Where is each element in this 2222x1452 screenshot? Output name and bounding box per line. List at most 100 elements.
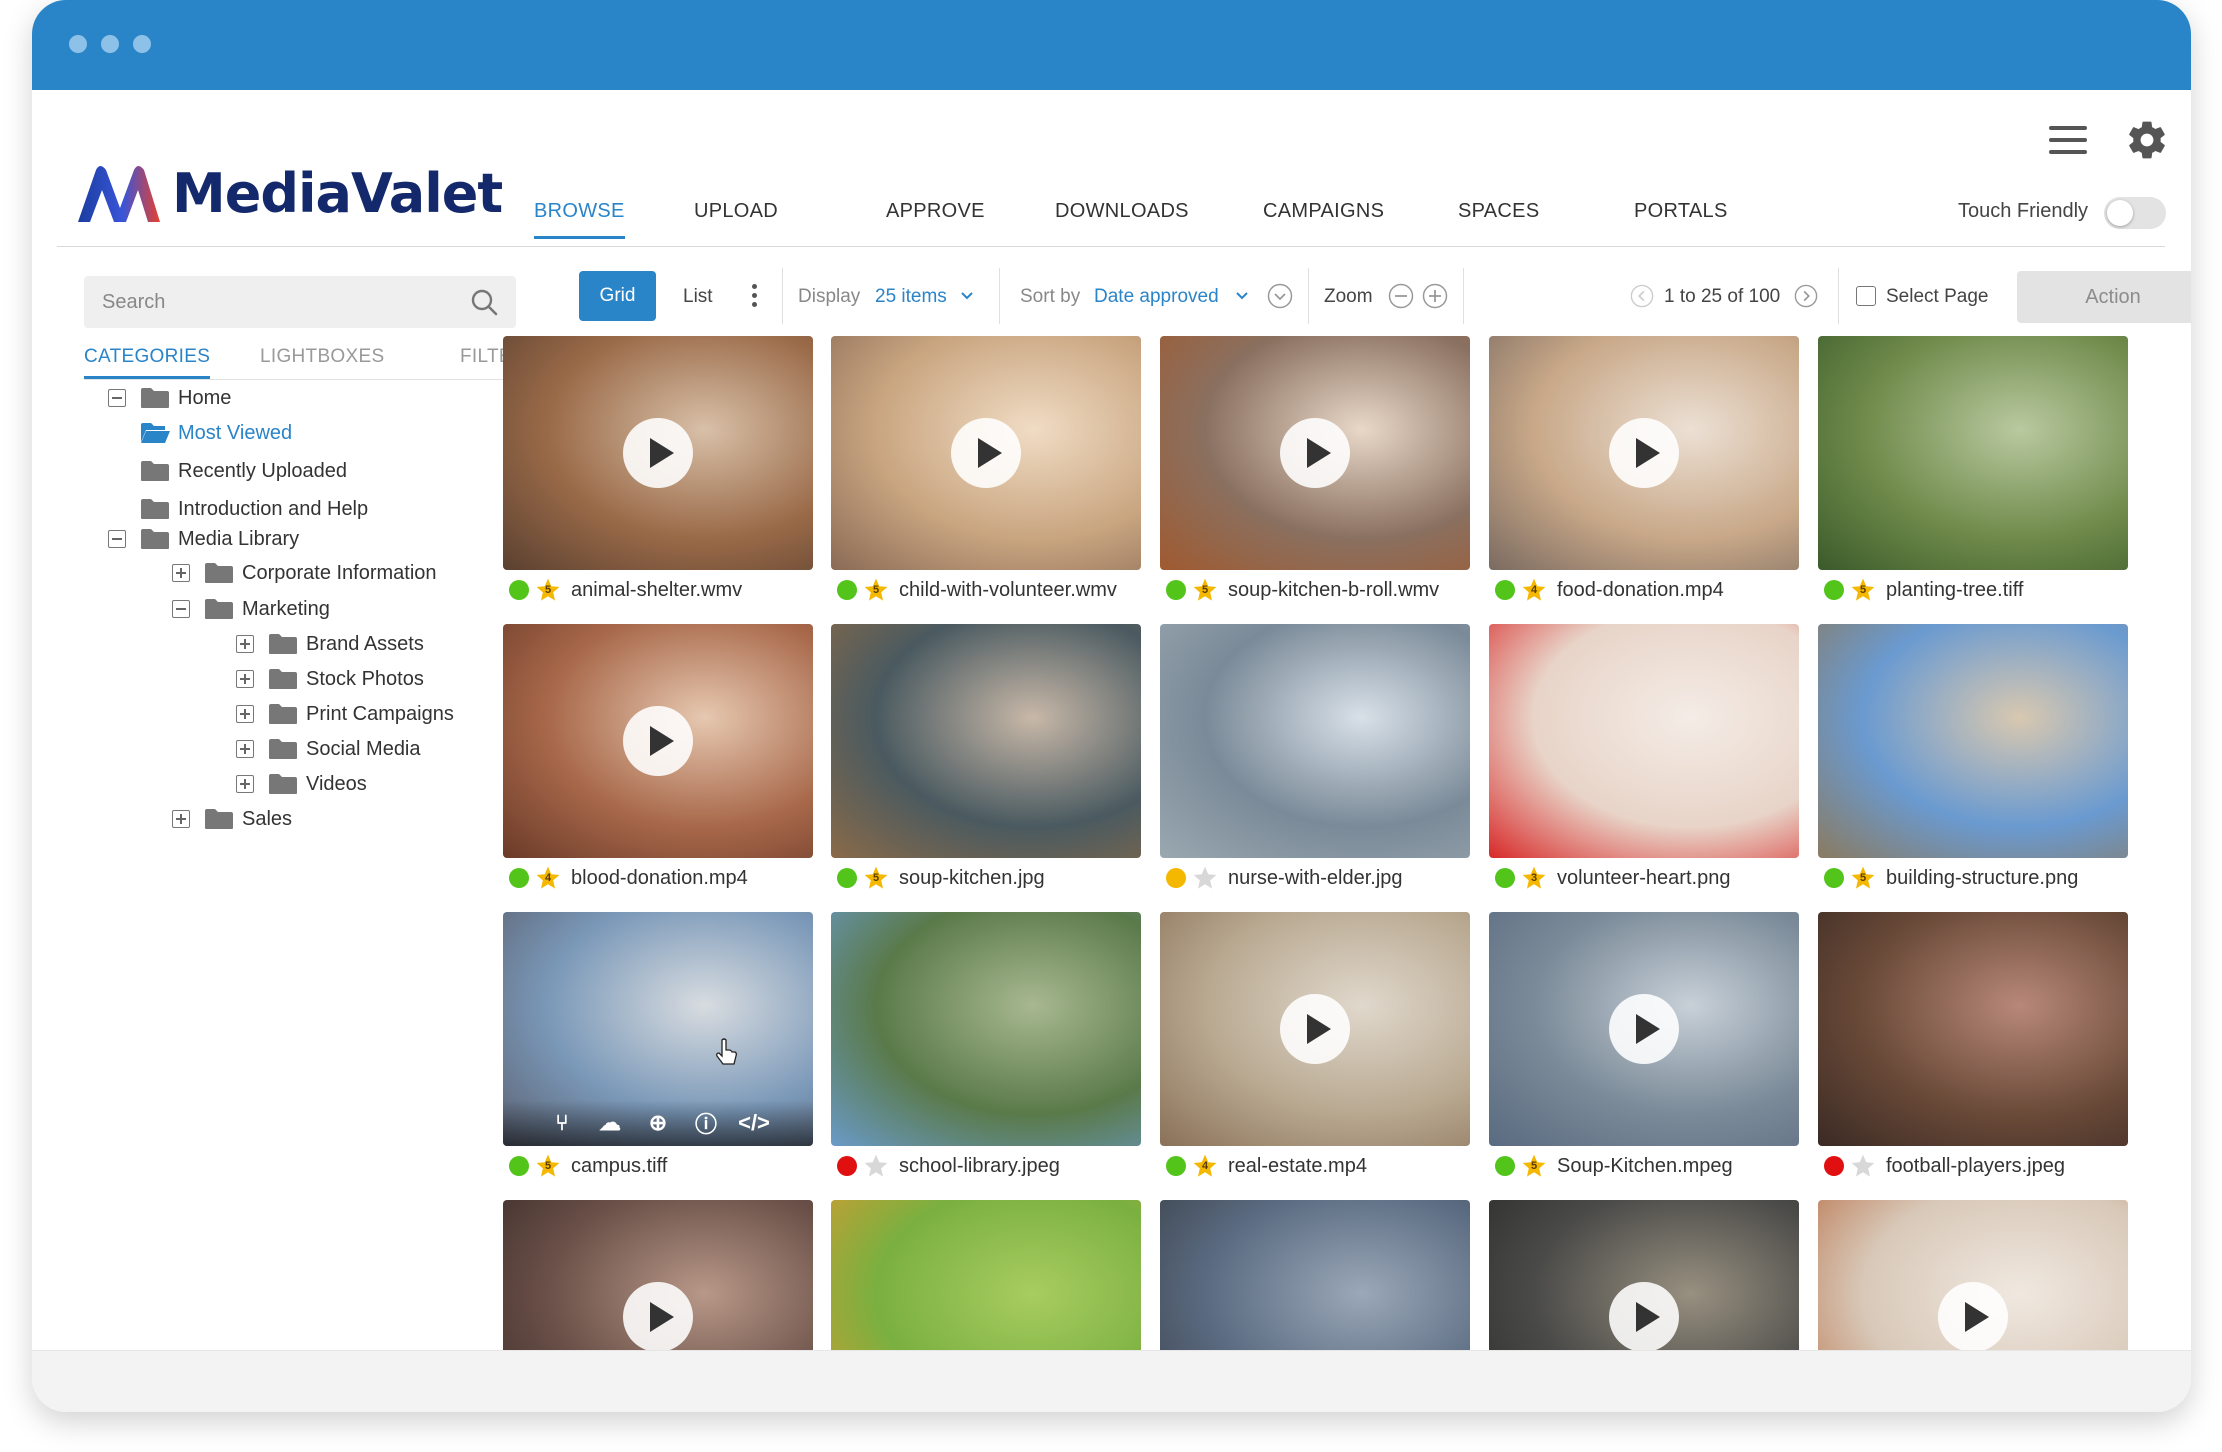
chevron-down-icon[interactable] xyxy=(960,289,974,303)
asset-tile[interactable]: 3 volunteer-heart.png xyxy=(1489,624,1799,898)
add-icon[interactable]: ⊕ xyxy=(642,1110,674,1136)
rating-star-icon[interactable]: 5 xyxy=(1850,577,1876,603)
download-icon[interactable]: ☁ xyxy=(594,1110,626,1136)
brand-logo[interactable]: MediaValet xyxy=(76,162,503,225)
asset-filename[interactable]: school-library.jpeg xyxy=(899,1155,1060,1178)
play-icon[interactable] xyxy=(623,1282,693,1352)
rating-star-icon[interactable]: 4 xyxy=(1521,577,1547,603)
asset-thumbnail[interactable] xyxy=(1818,336,2128,570)
nav-spaces[interactable]: SPACES xyxy=(1458,200,1539,223)
action-button[interactable]: Action xyxy=(2017,271,2191,323)
gear-icon[interactable] xyxy=(2125,118,2169,162)
asset-tile[interactable]: 5 animal-shelter.wmv xyxy=(503,336,813,610)
asset-filename[interactable]: child-with-volunteer.wmv xyxy=(899,579,1117,602)
asset-thumbnail[interactable] xyxy=(1818,624,2128,858)
display-count-dropdown[interactable]: 25 items xyxy=(875,286,947,308)
asset-filename[interactable]: volunteer-heart.png xyxy=(1557,867,1730,890)
asset-tile[interactable]: 5 building-structure.png xyxy=(1818,624,2128,898)
expand-icon[interactable] xyxy=(236,705,254,723)
nav-browse[interactable]: BROWSE xyxy=(534,200,625,239)
asset-thumbnail[interactable] xyxy=(1489,912,1799,1146)
asset-tile[interactable]: ⑂ ☁ ⊕ ⓘ </> 5 campus.tiff xyxy=(503,912,813,1186)
tree-item-corporate-information[interactable]: Corporate Information xyxy=(172,558,437,588)
window-dot[interactable] xyxy=(69,35,87,53)
asset-tile[interactable]: 5 child-with-volunteer.wmv xyxy=(831,336,1141,610)
tree-item-introduction-and-help[interactable]: Introduction and Help xyxy=(108,494,368,524)
rating-star-icon[interactable]: 5 xyxy=(863,577,889,603)
rating-star-icon[interactable] xyxy=(1850,1153,1876,1179)
tree-item-stock-photos[interactable]: Stock Photos xyxy=(236,664,424,694)
rating-star-icon[interactable]: 5 xyxy=(863,865,889,891)
zoom-in-icon[interactable] xyxy=(1422,283,1448,309)
rating-star-icon[interactable]: 5 xyxy=(535,1153,561,1179)
tree-item-most-viewed[interactable]: Most Viewed xyxy=(108,418,292,448)
asset-filename[interactable]: football-players.jpeg xyxy=(1886,1155,2065,1178)
share-icon[interactable]: ⑂ xyxy=(546,1110,578,1136)
tree-item-home[interactable]: Home xyxy=(108,383,231,413)
asset-tile[interactable]: 5 Soup-Kitchen.mpeg xyxy=(1489,912,1799,1186)
rating-star-icon[interactable]: 5 xyxy=(535,577,561,603)
asset-tile[interactable]: 4 food-donation.mp4 xyxy=(1489,336,1799,610)
asset-thumbnail[interactable] xyxy=(831,912,1141,1146)
asset-filename[interactable]: nurse-with-elder.jpg xyxy=(1228,867,1403,890)
tab-lightboxes[interactable]: LIGHTBOXES xyxy=(260,346,384,368)
rating-star-icon[interactable]: 4 xyxy=(1192,1153,1218,1179)
play-icon[interactable] xyxy=(1609,418,1679,488)
asset-tile[interactable]: 4 real-estate.mp4 xyxy=(1160,912,1470,1186)
asset-thumbnail[interactable] xyxy=(503,624,813,858)
tree-item-sales[interactable]: Sales xyxy=(172,804,292,834)
nav-downloads[interactable]: DOWNLOADS xyxy=(1055,200,1189,223)
select-page-checkbox[interactable] xyxy=(1856,286,1876,306)
asset-filename[interactable]: soup-kitchen.jpg xyxy=(899,867,1045,890)
asset-thumbnail[interactable] xyxy=(1160,336,1470,570)
list-view-button[interactable]: List xyxy=(683,286,713,308)
rating-star-icon[interactable]: 5 xyxy=(1192,577,1218,603)
tree-item-marketing[interactable]: Marketing xyxy=(172,594,330,624)
sort-direction-icon[interactable] xyxy=(1267,283,1293,309)
asset-thumbnail[interactable] xyxy=(1489,624,1799,858)
nav-portals[interactable]: PORTALS xyxy=(1634,200,1728,223)
window-dot[interactable] xyxy=(133,35,151,53)
collapse-icon[interactable] xyxy=(108,530,126,548)
expand-icon[interactable] xyxy=(172,810,190,828)
asset-thumbnail[interactable]: ⑂ ☁ ⊕ ⓘ </> xyxy=(503,912,813,1146)
asset-tile[interactable]: 5 soup-kitchen-b-roll.wmv xyxy=(1160,336,1470,610)
asset-filename[interactable]: blood-donation.mp4 xyxy=(571,867,748,890)
asset-tile[interactable]: nurse-with-elder.jpg xyxy=(1160,624,1470,898)
search-input[interactable] xyxy=(84,276,444,328)
expand-icon[interactable] xyxy=(236,635,254,653)
asset-tile[interactable]: school-library.jpeg xyxy=(831,912,1141,1186)
play-icon[interactable] xyxy=(951,418,1021,488)
play-icon[interactable] xyxy=(1609,994,1679,1064)
expand-icon[interactable] xyxy=(236,740,254,758)
rating-star-icon[interactable] xyxy=(863,1153,889,1179)
asset-tile[interactable]: football-players.jpeg xyxy=(1818,912,2128,1186)
tab-categories[interactable]: CATEGORIES xyxy=(84,346,211,379)
collapse-icon[interactable] xyxy=(172,600,190,618)
tree-item-social-media[interactable]: Social Media xyxy=(236,734,421,764)
expand-icon[interactable] xyxy=(236,670,254,688)
chevron-down-icon[interactable] xyxy=(1235,289,1249,303)
rating-star-icon[interactable] xyxy=(1192,865,1218,891)
asset-filename[interactable]: soup-kitchen-b-roll.wmv xyxy=(1228,579,1439,602)
collapse-icon[interactable] xyxy=(108,389,126,407)
tree-item-recently-uploaded[interactable]: Recently Uploaded xyxy=(108,456,347,486)
grid-view-button[interactable]: Grid xyxy=(579,271,656,321)
next-page-icon[interactable] xyxy=(1794,284,1818,308)
play-icon[interactable] xyxy=(1609,1282,1679,1352)
tree-item-media-library[interactable]: Media Library xyxy=(108,524,299,554)
asset-tile[interactable]: 5 soup-kitchen.jpg xyxy=(831,624,1141,898)
play-icon[interactable] xyxy=(623,706,693,776)
zoom-out-icon[interactable] xyxy=(1388,283,1414,309)
sort-dropdown[interactable]: Date approved xyxy=(1094,286,1219,308)
rating-star-icon[interactable]: 5 xyxy=(1521,1153,1547,1179)
asset-thumbnail[interactable] xyxy=(1160,912,1470,1146)
asset-filename[interactable]: campus.tiff xyxy=(571,1155,667,1178)
play-icon[interactable] xyxy=(1280,994,1350,1064)
tree-item-brand-assets[interactable]: Brand Assets xyxy=(236,629,424,659)
expand-icon[interactable] xyxy=(236,775,254,793)
asset-filename[interactable]: real-estate.mp4 xyxy=(1228,1155,1367,1178)
asset-thumbnail[interactable] xyxy=(1160,624,1470,858)
nav-campaigns[interactable]: CAMPAIGNS xyxy=(1263,200,1384,223)
asset-thumbnail[interactable] xyxy=(1818,912,2128,1146)
